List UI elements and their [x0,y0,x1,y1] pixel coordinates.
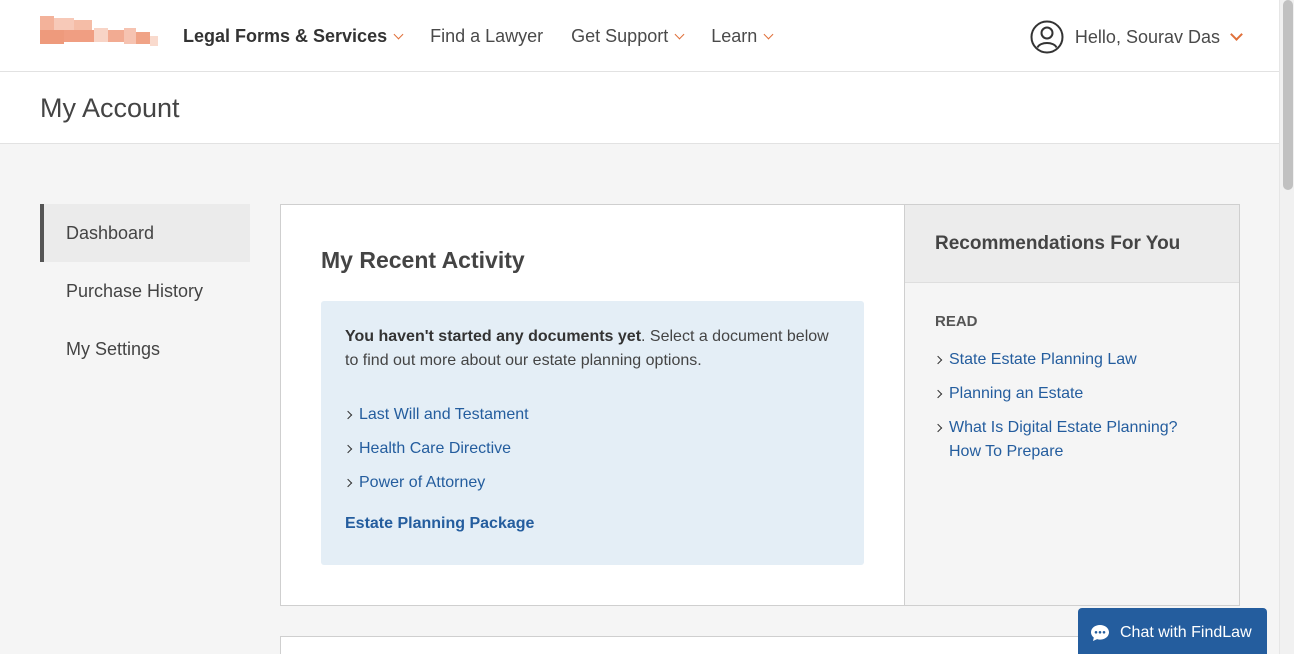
findlaw-logo[interactable] [40,16,158,48]
nav-get-support[interactable]: Get Support [571,25,685,47]
page-title: My Account [40,93,180,123]
link-label: State Estate Planning Law [949,351,1137,368]
page-scrollbar[interactable] [1279,0,1294,654]
link-planning-an-estate[interactable]: Planning an Estate [933,382,1211,406]
link-label: Last Will and Testament [359,406,529,423]
recent-activity-title: My Recent Activity [321,247,525,273]
nav-label: Get Support [571,25,669,46]
account-sidebar: Dashboard Purchase History My Settings [40,204,250,378]
nav-label: Find a Lawyer [430,25,544,46]
sidebar-item-my-settings[interactable]: My Settings [40,320,250,378]
recommendation-links: State Estate Planning Law Planning an Es… [933,348,1211,464]
dashboard-card: My Recent Activity You haven't started a… [280,204,1240,606]
chat-bubble-icon [1091,625,1109,641]
no-documents-notice: You haven't started any documents yet. S… [321,301,864,565]
chevron-right-icon [933,423,943,433]
link-state-estate-planning-law[interactable]: State Estate Planning Law [933,348,1211,372]
chevron-right-icon [343,478,353,488]
recommendations-title: Recommendations For You [935,232,1181,254]
chevron-down-icon [1230,27,1243,41]
chevron-down-icon [393,29,404,39]
user-menu[interactable]: Hello, Sourav Das [1030,20,1243,54]
link-label: Planning an Estate [949,385,1084,402]
page-title-bar: My Account [0,72,1279,144]
link-power-of-attorney[interactable]: Power of Attorney [343,466,840,500]
sidebar-item-dashboard[interactable]: Dashboard [40,204,250,262]
link-health-care-directive[interactable]: Health Care Directive [343,432,840,466]
chevron-down-icon [674,29,685,39]
chat-button[interactable]: Chat with FindLaw [1078,608,1267,654]
recommendations-panel: Recommendations For You READ State Estat… [904,205,1239,605]
chevron-right-icon [343,444,353,454]
chevron-right-icon [933,389,943,399]
chevron-right-icon [343,410,353,420]
scrollbar-thumb[interactable] [1283,0,1293,190]
notice-text: You haven't started any documents yet. S… [345,325,840,373]
main-nav: Legal Forms & Services Find a Lawyer Get… [183,0,800,72]
nav-label: Learn [711,25,758,46]
sidebar-item-purchase-history[interactable]: Purchase History [40,262,250,320]
chevron-down-icon [763,29,774,39]
link-label: What Is Digital Estate Planning? How To … [949,419,1178,460]
notice-bold-text: You haven't started any documents yet [345,328,642,345]
nav-label: Legal Forms & Services [183,25,388,46]
nav-find-a-lawyer[interactable]: Find a Lawyer [430,26,543,47]
link-digital-estate-planning[interactable]: What Is Digital Estate Planning? How To … [933,416,1211,464]
top-navigation-bar: Legal Forms & Services Find a Lawyer Get… [0,0,1279,72]
link-last-will-and-testament[interactable]: Last Will and Testament [343,398,840,432]
link-label: Health Care Directive [359,440,512,457]
nav-learn[interactable]: Learn [711,25,774,47]
read-section-label: READ [935,313,978,330]
recommendations-header: Recommendations For You [905,205,1239,283]
recent-activity-panel: My Recent Activity You haven't started a… [281,205,904,605]
document-links: Last Will and Testament Health Care Dire… [343,398,840,500]
link-estate-planning-package[interactable]: Estate Planning Package [345,515,534,533]
user-greeting: Hello, Sourav Das [1074,26,1220,47]
link-label: Power of Attorney [359,474,486,491]
chevron-right-icon [933,355,943,365]
chat-label: Chat with FindLaw [1120,624,1252,641]
nav-legal-forms-services[interactable]: Legal Forms & Services [183,25,404,47]
user-avatar-icon [1030,20,1064,54]
